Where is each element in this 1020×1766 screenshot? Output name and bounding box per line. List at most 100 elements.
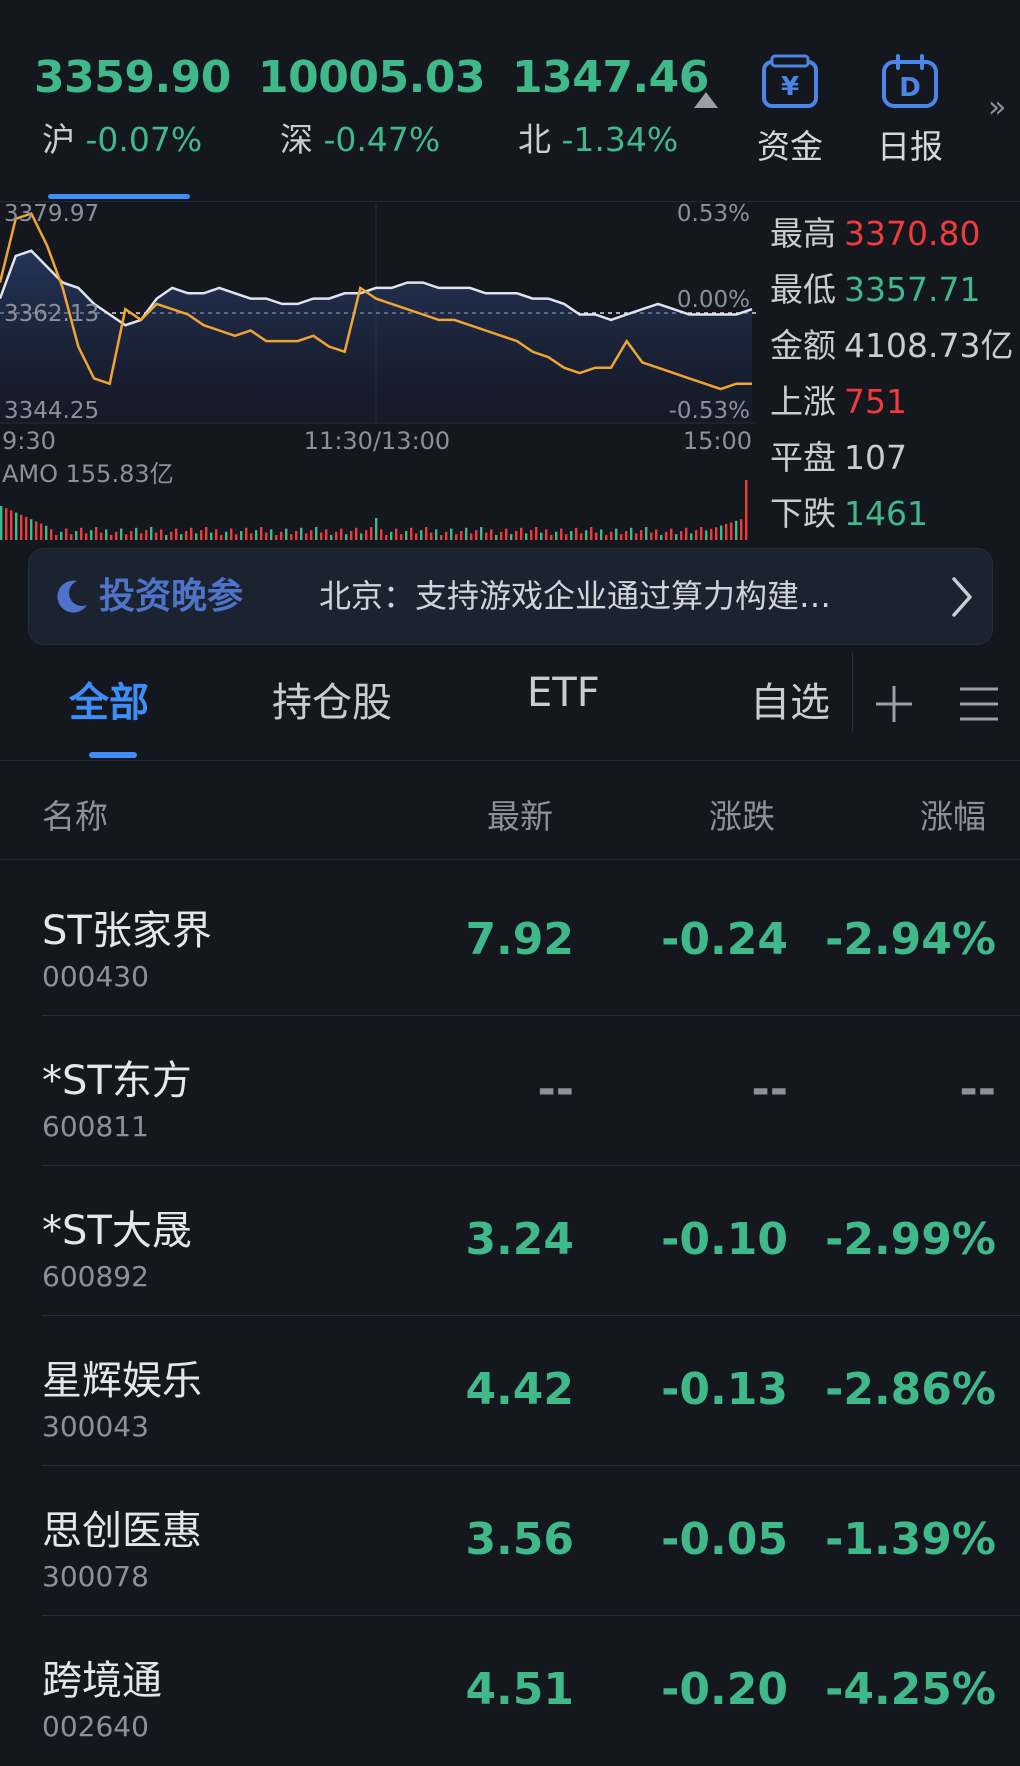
volume-bar [380,529,383,540]
volume-bar [285,528,288,540]
table-row[interactable]: 思创医惠 300078 3.56 -0.05 -1.39% [0,1466,1020,1616]
tab-watchlist[interactable]: 自选 [750,670,830,728]
intraday-chart[interactable]: 3379.97 3362.13 3344.25 0.53% 0.00% -0.5… [0,201,756,540]
stat-up: 上涨 751 [770,374,1020,430]
volume-bar [180,534,183,540]
index-sh[interactable]: 3359.90 沪 -0.07% [34,52,231,161]
volume-bar [90,530,93,540]
tab-separator [852,652,853,732]
volume-bar [745,480,748,540]
volume-bar [250,533,253,540]
stock-code: 000430 [42,960,149,993]
volume-bar [370,527,373,540]
funds-button[interactable]: ¥ 资金 [735,54,845,168]
stock-name: 跨境通 [42,1658,162,1704]
stat-amount: 金额 4108.73亿 [770,318,1020,374]
volume-bar [430,532,433,540]
volume-bar [625,531,628,540]
volume-bar [660,535,663,540]
stock-change: -0.05 [661,1514,788,1565]
volume-bar [205,527,208,540]
volume-bar [30,519,33,540]
volume-bar [425,527,428,540]
volume-bar [220,535,223,540]
daily-report-label: 日报 [877,127,943,166]
volume-bar [280,531,283,540]
tab-holdings[interactable]: 持仓股 [272,670,392,728]
volume-bar [230,528,233,540]
amo-label: AMO 155.83亿 [2,460,174,488]
volume-bar [645,527,648,540]
header-latest[interactable]: 最新 [487,790,553,838]
table-row[interactable]: ST张家界 000430 7.92 -0.24 -2.94% [0,866,1020,1016]
volume-bar [555,531,558,540]
volume-bar [55,535,58,540]
stock-pct: -2.86% [825,1364,996,1415]
stat-value: 751 [844,382,907,421]
news-headline: 北京：支持游戏企业通过算力构建… [319,577,832,615]
stat-value: 1461 [844,494,928,533]
stock-pct: -2.99% [825,1214,996,1265]
volume-bar [170,531,173,540]
stat-value: 3357.71 [844,270,981,309]
pct-high-label: 0.53% [677,203,750,227]
volume-bar [125,534,128,540]
volume-bars [0,480,748,540]
stat-label: 金额 [770,326,836,365]
tab-etf[interactable]: ETF [527,670,600,716]
volume-bar [155,532,158,540]
yen-box-icon: ¥ [762,54,818,108]
volume-bar [210,532,213,540]
volume-bar [320,532,323,540]
volume-bar [460,531,463,540]
news-banner[interactable]: 投资晚参 北京：支持游戏企业通过算力构建… [28,548,993,645]
table-row[interactable]: *ST大晟 600892 3.24 -0.10 -2.99% [0,1166,1020,1316]
index-bj[interactable]: 1347.46 北 -1.34% [512,52,709,161]
volume-bar [360,533,363,540]
add-icon[interactable] [874,684,914,724]
volume-bar [355,527,358,540]
volume-bar [530,530,533,540]
index-change: -0.47% [323,120,441,159]
volume-bar [95,527,98,540]
daily-report-button[interactable]: D 日报 [855,54,965,168]
stat-down: 下跌 1461 [770,486,1020,542]
volume-bar [315,527,318,540]
stock-code: 600811 [42,1110,149,1143]
chevron-right-icon [952,577,972,617]
table-row[interactable]: 星辉娱乐 300043 4.42 -0.13 -2.86% [0,1316,1020,1466]
funds-label: 资金 [757,127,823,166]
header-name[interactable]: 名称 [42,790,108,838]
stat-label: 平盘 [770,438,836,477]
volume-bar [340,528,343,540]
collapse-triangle-icon[interactable] [694,92,718,108]
index-name: 沪 [42,120,75,159]
table-row[interactable]: *ST东方 600811 -- -- -- [0,1016,1020,1166]
volume-bar [50,529,53,540]
more-indices-icon[interactable]: » [988,90,1006,125]
volume-bar [550,535,553,540]
stock-pct: -4.25% [825,1664,996,1715]
y-low-label: 3344.25 [4,398,99,424]
volume-bar [140,533,143,540]
header-change[interactable]: 涨跌 [709,790,775,838]
volume-bar [495,535,498,540]
volume-bar [410,527,413,540]
header-pct[interactable]: 涨幅 [920,790,986,838]
volume-bar [685,527,688,540]
stock-price: 3.56 [465,1514,574,1565]
volume-bar [365,530,368,540]
time-mid-label: 11:30/13:00 [304,427,450,455]
volume-bar [145,530,148,540]
tab-all[interactable]: 全部 [69,670,149,728]
menu-icon[interactable] [958,686,1000,722]
index-value: 1347.46 [512,52,709,103]
volume-bar [570,531,573,540]
volume-bar [510,534,513,540]
stock-price: 4.51 [465,1664,574,1715]
index-sz[interactable]: 10005.03 深 -0.47% [258,52,486,161]
volume-bar [640,530,643,540]
index-value: 10005.03 [258,52,486,103]
table-row[interactable]: 跨境通 002640 4.51 -0.20 -4.25% [0,1616,1020,1766]
time-end-label: 15:00 [683,427,752,455]
